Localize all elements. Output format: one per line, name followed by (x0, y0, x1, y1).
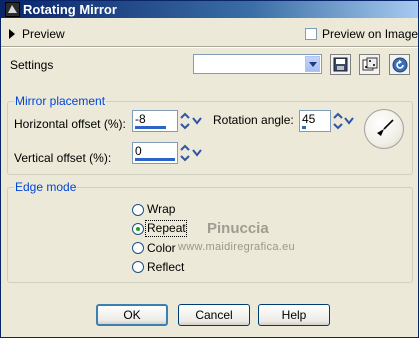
watermark-name: Pinuccia (207, 220, 269, 237)
radio-reflect-label[interactable]: Reflect (147, 260, 184, 274)
title-bar[interactable]: Rotating Mirror (1, 1, 418, 18)
spin-up-icon[interactable] (179, 111, 191, 121)
edge-mode-title: Edge mode (14, 180, 78, 194)
cancel-button[interactable]: Cancel (178, 304, 250, 326)
save-preset-button[interactable] (330, 54, 351, 75)
horizontal-offset-label: Horizontal offset (%): (14, 117, 126, 131)
spin-up-icon[interactable] (179, 143, 191, 153)
radio-color-label[interactable]: Color (147, 241, 176, 255)
vertical-offset-value: 0 (135, 144, 142, 158)
vertical-offset-input[interactable]: 0 (132, 142, 178, 164)
rotation-angle-slider[interactable] (302, 126, 306, 129)
horizontal-offset-value: -8 (135, 112, 146, 126)
save-icon (333, 57, 348, 72)
rotation-angle-control: 45 (299, 110, 355, 132)
rotation-angle-label: Rotation angle: (213, 113, 294, 127)
mirror-placement-title: Mirror placement (14, 94, 107, 108)
reset-button[interactable] (389, 54, 410, 75)
randomize-button[interactable] (359, 54, 380, 75)
horizontal-offset-spinner[interactable] (179, 110, 191, 132)
rotation-angle-dropdown-icon[interactable] (343, 110, 355, 132)
horizontal-offset-slider[interactable] (135, 126, 166, 129)
preview-label[interactable]: Preview (22, 27, 65, 41)
vertical-offset-slider[interactable] (135, 158, 175, 161)
horizontal-offset-dropdown-icon[interactable] (191, 110, 203, 132)
rotation-angle-input[interactable]: 45 (299, 110, 331, 132)
separator (1, 46, 418, 48)
radio-selected-dot (136, 227, 140, 231)
radio-wrap[interactable] (132, 204, 144, 216)
vertical-offset-spinner[interactable] (179, 142, 191, 164)
spin-down-icon[interactable] (179, 121, 191, 131)
reset-icon (392, 57, 408, 73)
vertical-offset-label: Vertical offset (%): (14, 151, 112, 165)
dice-icon (362, 57, 378, 71)
settings-label: Settings (10, 58, 54, 72)
help-button[interactable]: Help (258, 304, 330, 326)
app-icon (5, 2, 20, 17)
preview-on-image-label: Preview on Image (322, 27, 419, 41)
window-title: Rotating Mirror (23, 2, 117, 17)
watermark-url: www.maidiregrafica.eu (178, 241, 295, 253)
dial-needle-icon (377, 119, 394, 136)
spin-down-icon[interactable] (179, 153, 191, 163)
vertical-offset-dropdown-icon[interactable] (191, 142, 203, 164)
settings-preset-dropdown[interactable] (193, 54, 322, 74)
rotation-angle-dial[interactable] (364, 109, 404, 149)
horizontal-offset-input[interactable]: -8 (132, 110, 178, 132)
rotation-angle-value: 45 (302, 112, 316, 126)
chevron-down-icon[interactable] (305, 56, 320, 72)
expand-preview-icon[interactable] (9, 29, 15, 39)
radio-reflect[interactable] (132, 261, 144, 273)
vertical-offset-control: 0 (132, 142, 204, 164)
ok-button[interactable]: OK (96, 304, 168, 326)
radio-repeat[interactable] (132, 223, 144, 235)
horizontal-offset-control: -8 (132, 110, 204, 132)
radio-repeat-label[interactable]: Repeat (147, 221, 186, 235)
radio-wrap-label[interactable]: Wrap (147, 202, 175, 216)
radio-color[interactable] (132, 242, 144, 254)
dialog-window: Rotating Mirror Preview Preview on Image… (0, 0, 419, 338)
preview-on-image-checkbox[interactable] (305, 28, 317, 40)
preview-row: Preview Preview on Image (7, 27, 419, 45)
